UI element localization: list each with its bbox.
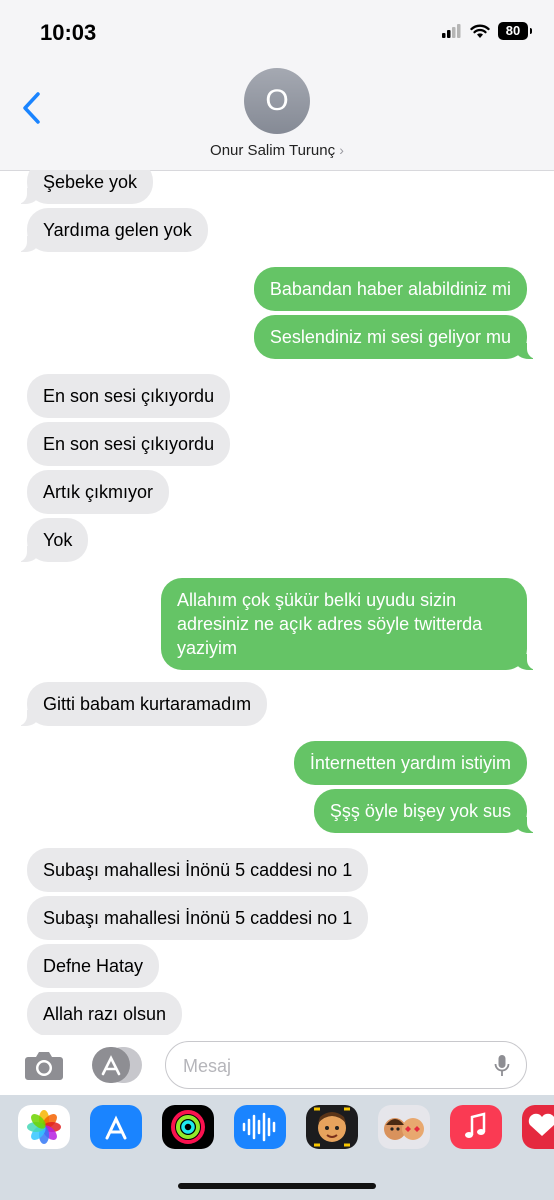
message-text: Artık çıkmıyor <box>43 482 154 502</box>
message-bubble-incoming[interactable]: Yardıma gelen yok <box>17 208 208 252</box>
message-bubble-outgoing[interactable]: Babandan haber alabildiniz mi <box>253 267 527 311</box>
message-text: Yok <box>43 530 73 550</box>
home-indicator[interactable] <box>178 1183 376 1189</box>
contact-avatar[interactable]: O <box>244 68 310 134</box>
back-chevron-icon[interactable] <box>18 88 48 128</box>
message-text: Subaşı mahallesi İnönü 5 caddesi no 1 <box>43 860 353 880</box>
memoji-stickers-icon[interactable] <box>378 1105 430 1149</box>
status-bar: 10:03 80 <box>0 0 554 62</box>
message-text: İnternetten yardım istiyim <box>309 753 511 773</box>
app-store-icon[interactable] <box>90 1105 142 1149</box>
conversation-header: O Onur Salim Turunç › <box>0 62 554 171</box>
message-input[interactable]: Mesaj <box>165 1041 527 1089</box>
photos-icon[interactable] <box>18 1105 70 1149</box>
message-bubble-incoming[interactable]: En son sesi çıkıyordu <box>27 422 231 466</box>
message-bubble-incoming[interactable]: Subaşı mahallesi İnönü 5 caddesi no 1 <box>27 848 369 892</box>
message-placeholder: Mesaj <box>183 1056 232 1076</box>
message-text: En son sesi çıkıyordu <box>43 434 215 454</box>
message-text: En son sesi çıkıyordu <box>43 386 215 406</box>
message-bubble-incoming[interactable]: Şebeke yok <box>16 170 154 204</box>
message-text: Babandan haber alabildiniz mi <box>269 279 511 299</box>
status-icons: 80 <box>442 22 532 40</box>
imessage-app-drawer <box>0 1095 554 1200</box>
audio-message-icon[interactable] <box>234 1105 286 1149</box>
message-bubble-incoming[interactable]: Gitti babam kurtaramadım <box>16 682 268 726</box>
memoji-icon[interactable] <box>306 1105 358 1149</box>
compose-bar: Mesaj <box>0 1035 554 1095</box>
activity-icon[interactable] <box>162 1105 214 1149</box>
clock: 10:03 <box>40 20 97 45</box>
message-bubble-incoming[interactable]: Artık çıkmıyor <box>27 470 170 514</box>
message-bubble-outgoing[interactable]: Şşş öyle bişey yok sus <box>313 789 538 833</box>
camera-icon[interactable] <box>24 1049 64 1081</box>
app-store-button-icon[interactable] <box>92 1047 142 1083</box>
message-text: Allahım çok şükür belki uyudu sizin adre… <box>177 590 483 658</box>
message-text: Allah razı olsun <box>43 1004 167 1024</box>
chevron-right-icon: › <box>339 142 344 158</box>
message-text: Yardıma gelen yok <box>43 220 192 240</box>
message-text: Şşş öyle bişey yok sus <box>329 801 511 821</box>
microphone-icon[interactable] <box>494 1054 510 1078</box>
battery-icon: 80 <box>498 22 532 40</box>
message-text: Gitti babam kurtaramadım <box>43 694 252 714</box>
contact-name-button[interactable]: Onur Salim Turunç › <box>0 142 554 159</box>
message-text: Şebeke yok <box>43 172 138 192</box>
message-thread: Şebeke yok Yardıma gelen yok Babandan ha… <box>0 170 554 1035</box>
contact-name: Onur Salim Turunç <box>210 142 336 159</box>
message-bubble-incoming[interactable]: Yok <box>16 518 89 562</box>
music-icon[interactable] <box>450 1105 502 1149</box>
message-text: Defne Hatay <box>43 956 144 976</box>
message-bubble-incoming[interactable]: Subaşı mahallesi İnönü 5 caddesi no 1 <box>27 896 369 940</box>
message-bubble-outgoing[interactable]: Allahım çok şükür belki uyudu sizin adre… <box>161 578 537 670</box>
cellular-signal-icon <box>442 24 461 38</box>
message-bubble-incoming[interactable]: En son sesi çıkıyordu <box>27 374 231 418</box>
digital-touch-icon[interactable] <box>522 1105 554 1149</box>
message-bubble-incoming[interactable]: Defne Hatay <box>27 944 160 988</box>
message-text: Subaşı mahallesi İnönü 5 caddesi no 1 <box>43 908 353 928</box>
message-bubble-outgoing[interactable]: İnternetten yardım istiyim <box>293 741 527 785</box>
message-bubble-outgoing[interactable]: Seslendiniz mi sesi geliyor mu <box>253 315 538 359</box>
message-bubble-incoming[interactable]: Allah razı olsun <box>27 992 183 1035</box>
message-text: Seslendiniz mi sesi geliyor mu <box>269 327 511 347</box>
wifi-icon <box>470 24 490 38</box>
